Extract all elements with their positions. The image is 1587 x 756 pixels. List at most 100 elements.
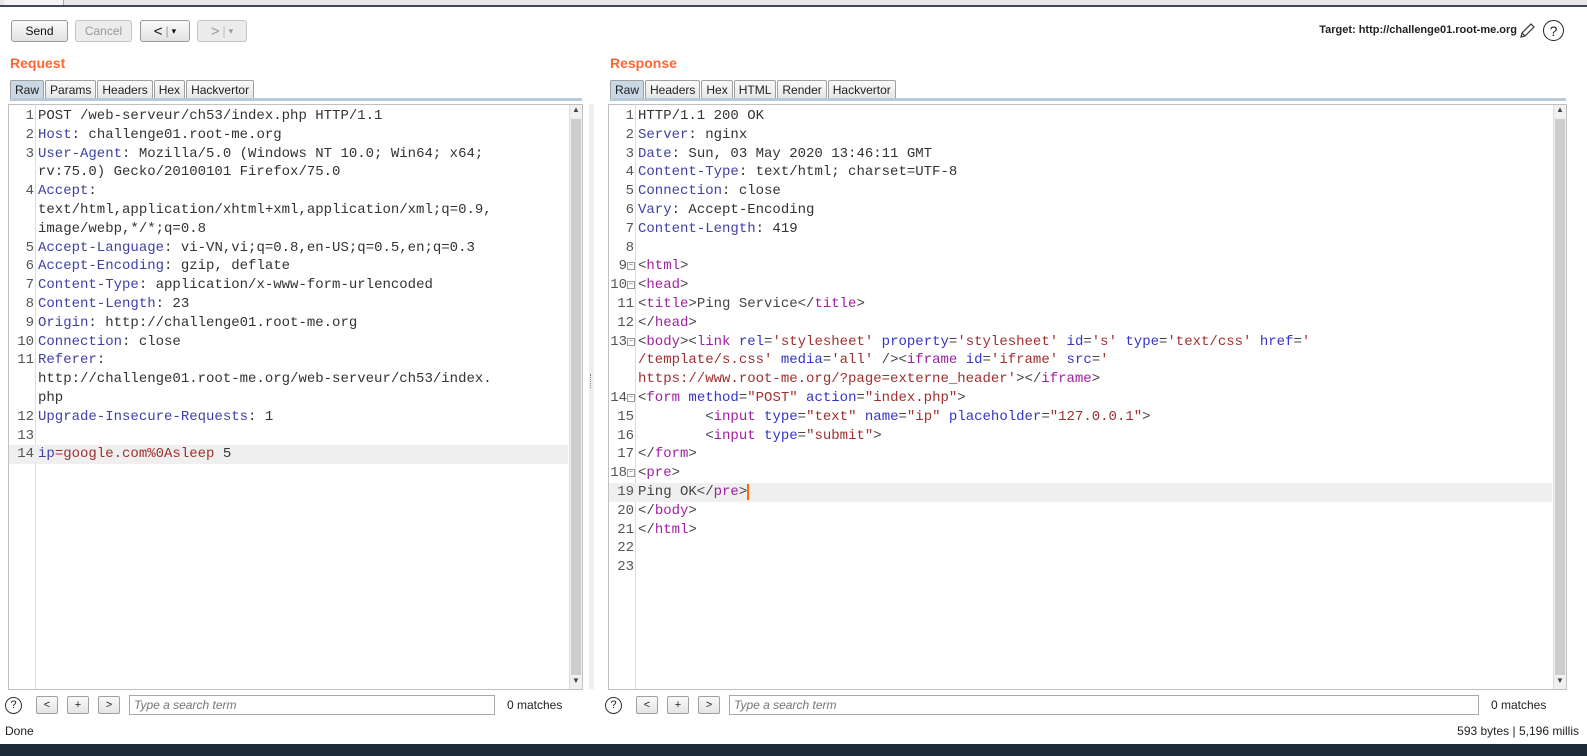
search-prev-button[interactable]: < [636,696,658,714]
code-line[interactable]: /template/s.css' media='all' /><iframe i… [609,351,1552,370]
fold-toggle-icon[interactable]: − [627,469,635,478]
code-line[interactable]: 11 <title>Ping Service</title> [609,295,1552,314]
code-line[interactable]: 16 <input type="submit"> [609,427,1552,446]
tab-html[interactable]: HTML [733,80,777,98]
code-line[interactable]: 8 Content-Length: 23 [9,295,568,314]
code-line[interactable]: 6 Accept-Encoding: gzip, deflate [9,257,568,276]
code-line[interactable]: 21 </html> [609,521,1552,540]
fold-toggle-icon[interactable]: − [627,393,635,402]
scroll-down-icon[interactable]: ▼ [570,676,582,689]
line-number: 17 [617,446,634,463]
tab-headers[interactable]: Headers [97,80,153,98]
scroll-up-icon[interactable]: ▲ [570,105,582,118]
split-pane-divider[interactable] [589,104,594,689]
code-token: =google.com%0Asleep [54,446,215,463]
code-line[interactable]: https://www.root-me.org/?page=externe_he… [609,370,1552,389]
scroll-thumb[interactable] [571,119,581,675]
fold-toggle-icon[interactable]: − [627,337,635,346]
code-line[interactable]: 1 POST /web-serveur/ch53/index.php HTTP/1… [9,107,568,126]
tab-hex[interactable]: Hex [153,80,186,98]
code-line[interactable]: php [9,389,568,408]
code-line[interactable]: 12 Upgrade-Insecure-Requests: 1 [9,408,568,427]
scroll-thumb[interactable] [1555,119,1565,675]
tab-raw[interactable]: Raw [10,80,45,98]
code-line[interactable]: 17 </form> [609,445,1552,464]
tab-hex[interactable]: Hex [701,80,733,98]
edit-pencil-icon[interactable] [1517,21,1537,41]
cancel-button[interactable]: Cancel [75,20,132,42]
search-add-button[interactable]: + [667,696,689,714]
window-tab[interactable] [4,0,64,5]
dropdown-icon: ▾ [228,25,234,36]
tab-params[interactable]: Params [45,80,97,98]
forward-button[interactable]: > | ▾ [197,20,247,42]
request-code[interactable]: 1 POST /web-serveur/ch53/index.php HTTP/1… [9,107,568,465]
divider-grip[interactable] [590,374,593,388]
code-line[interactable]: text/html,application/xhtml+xml,applicat… [9,201,568,220]
code-line[interactable]: 3 Date: Sun, 03 May 2020 13:46:11 GMT [609,145,1552,164]
code-line[interactable]: 10− <head> [609,276,1552,295]
request-editor[interactable]: 1 POST /web-serveur/ch53/index.php HTTP/1… [8,104,583,690]
code-line[interactable]: 20 </body> [609,502,1552,521]
code-line[interactable]: 14 ip=google.com%0Asleep 5 [9,445,568,465]
code-line[interactable]: 6 Vary: Accept-Encoding [609,201,1552,220]
tab-raw[interactable]: Raw [610,80,645,98]
response-search-input[interactable] [729,695,1479,715]
code-line[interactable]: 22 [609,539,1552,558]
code-line[interactable]: 10 Connection: close [9,333,568,352]
scroll-down-icon[interactable]: ▼ [1554,676,1566,689]
code-line[interactable]: 2 Host: challenge01.root-me.org [9,126,568,145]
code-line[interactable]: image/webp,*/*;q=0.8 [9,220,568,239]
code-line[interactable]: 23 [609,558,1552,577]
tab-headers[interactable]: Headers [645,80,701,98]
code-line[interactable]: http://challenge01.root-me.org/web-serve… [9,370,568,389]
help-icon[interactable]: ? [605,696,622,714]
tab-hackvertor[interactable]: Hackvertor [186,80,255,98]
send-button[interactable]: Send [11,20,68,42]
code-token: method [680,389,739,406]
help-icon[interactable]: ? [5,696,22,714]
fold-toggle-icon[interactable]: − [627,262,635,271]
search-next-button[interactable]: > [98,696,120,714]
code-line[interactable]: 1 HTTP/1.1 200 OK [609,107,1552,126]
code-line[interactable]: 4 Content-Type: text/html; charset=UTF-8 [609,163,1552,182]
code-line[interactable]: 2 Server: nginx [609,126,1552,145]
help-icon[interactable]: ? [1543,20,1564,41]
code-line[interactable]: 9− <html> [609,257,1552,276]
code-line[interactable]: 18− <pre> [609,464,1552,483]
code-line[interactable]: 15 <input type="text" name="ip" placehol… [609,408,1552,427]
tab-render[interactable]: Render [777,80,827,98]
scroll-up-icon[interactable]: ▲ [1554,105,1566,118]
search-add-button[interactable]: + [67,696,89,714]
request-search-input[interactable] [129,695,495,715]
search-prev-button[interactable]: < [36,696,58,714]
code-line[interactable]: rv:75.0) Gecko/20100101 Firefox/75.0 [9,163,568,182]
code-line[interactable]: 3 User-Agent: Mozilla/5.0 (Windows NT 10.… [9,145,568,164]
code-token: php [38,389,64,406]
response-scrollbar[interactable]: ▲ ▼ [1553,105,1566,689]
response-code[interactable]: 1 HTTP/1.1 200 OK 2 Server: nginx 3 Date: Sun… [609,107,1552,577]
code-token: "index.php" [864,389,958,406]
code-line[interactable]: 13− <body><link rel='stylesheet' property… [609,333,1552,352]
code-line[interactable]: 13 [9,427,568,446]
code-line[interactable]: 7 Content-Length: 419 [609,220,1552,239]
response-editor[interactable]: 1 HTTP/1.1 200 OK 2 Server: nginx 3 Date: Sun… [608,104,1567,690]
search-next-button[interactable]: > [698,696,720,714]
code-line[interactable]: 9 Origin: http://challenge01.root-me.org [9,314,568,333]
fold-toggle-icon[interactable]: − [627,281,635,290]
code-line[interactable]: 14− <form method="POST" action="index.php… [609,389,1552,408]
tab-hackvertor[interactable]: Hackvertor [827,80,896,98]
line-number: 6 [625,201,634,218]
code-line[interactable]: 5 Connection: close [609,182,1552,201]
back-button[interactable]: < | ▾ [140,20,190,42]
code-token: 'all' [831,352,874,369]
request-scrollbar[interactable]: ▲ ▼ [569,105,582,689]
code-line[interactable]: 8 [609,239,1552,258]
code-line[interactable]: 19 Ping OK</pre> [609,482,1552,502]
code-line[interactable]: 4 Accept: [9,182,568,201]
code-line[interactable]: 11 Referer: [9,351,568,370]
code-line[interactable]: 12 </head> [609,314,1552,333]
code-line[interactable]: 7 Content-Type: application/x-www-form-ur… [9,276,568,295]
code-line[interactable]: 5 Accept-Language: vi-VN,vi;q=0.8,en-US;q… [9,239,568,258]
line-number: 21 [617,521,634,538]
